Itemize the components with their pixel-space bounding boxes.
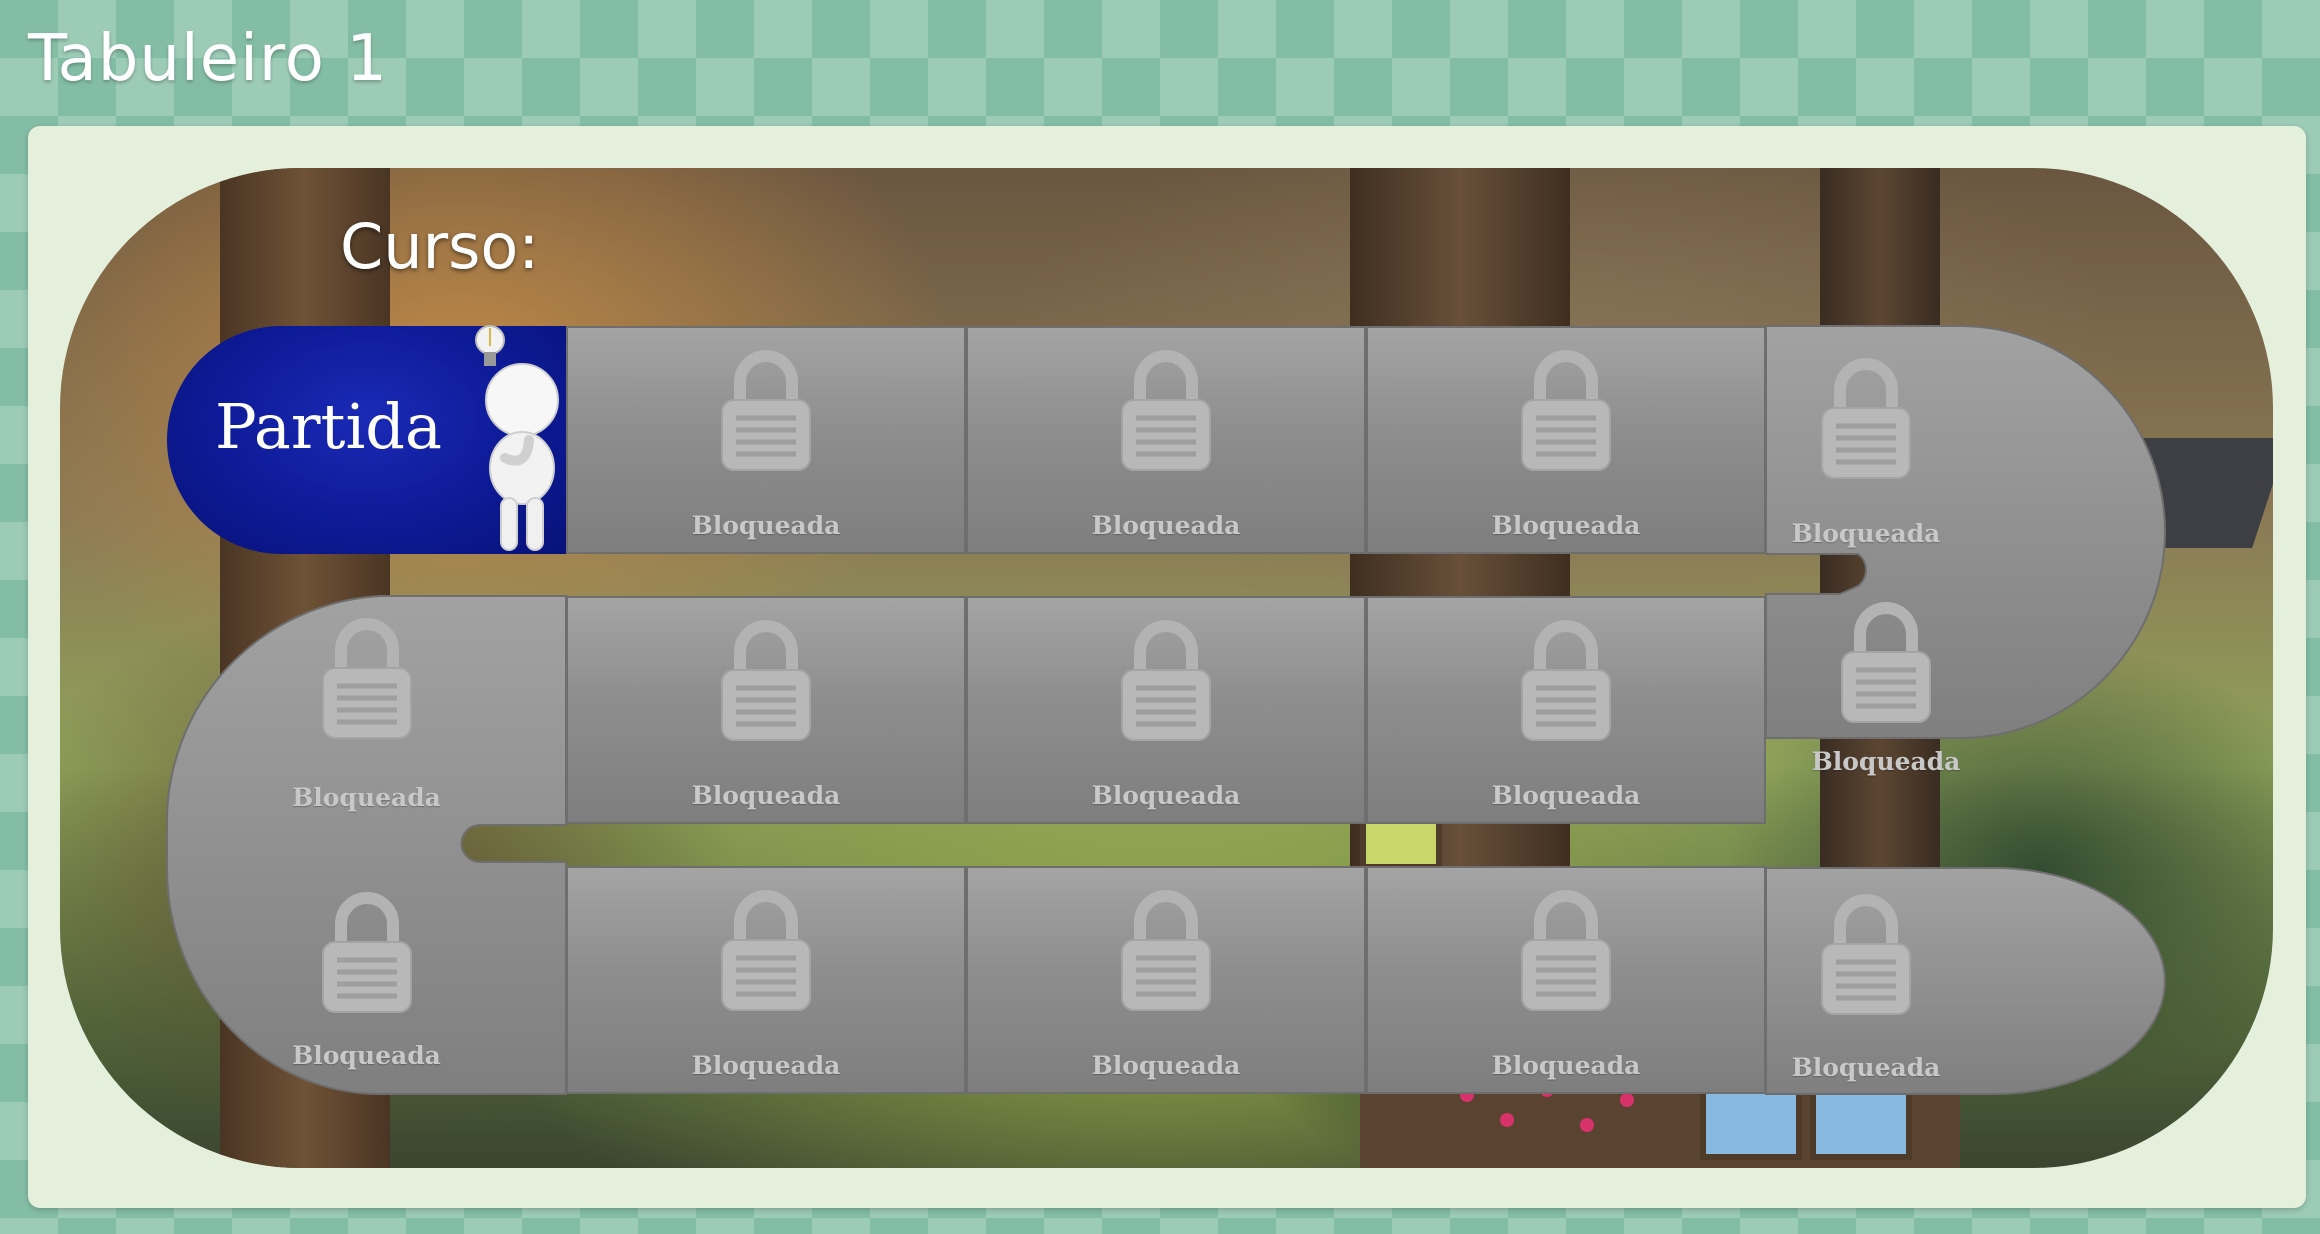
tile-status-label: Bloqueada: [691, 511, 841, 540]
board-tile[interactable]: Bloqueada: [1366, 596, 1766, 824]
padlock-icon: [1821, 358, 1911, 479]
start-tile[interactable]: Partida: [167, 325, 566, 554]
board-tile[interactable]: Bloqueada: [167, 866, 566, 1094]
padlock-icon: [1121, 890, 1211, 1011]
padlock-icon: [1821, 894, 1911, 1015]
board-tile[interactable]: Bloqueada: [1366, 326, 1766, 554]
board-tile[interactable]: Bloqueada: [966, 326, 1366, 554]
player-figure-icon: [475, 325, 559, 551]
treehouse-window: [1360, 818, 1442, 870]
padlock-icon: [1521, 890, 1611, 1011]
flower: [1500, 1113, 1514, 1127]
tile-status-label: Bloqueada: [1491, 511, 1641, 540]
board-tile[interactable]: Bloqueada: [1366, 866, 1766, 1094]
tile-status-label: Bloqueada: [1791, 1053, 1941, 1082]
padlock-icon: [1121, 350, 1211, 471]
tile-status-label: Bloqueada: [1091, 1051, 1241, 1080]
page-title: Tabuleiro 1: [28, 22, 388, 96]
course-label: Curso:: [340, 210, 540, 283]
flower: [1620, 1093, 1634, 1107]
treehouse-roof: [2072, 438, 2273, 548]
padlock-icon: [1121, 620, 1211, 741]
tile-status-label: Bloqueada: [1791, 519, 1941, 548]
tile-status-label: Bloqueada: [1091, 511, 1241, 540]
board-tile[interactable]: Bloqueada: [966, 866, 1366, 1094]
padlock-icon: [721, 350, 811, 471]
padlock-icon: [1841, 602, 1931, 723]
padlock-icon: [1521, 620, 1611, 741]
padlock-icon: [1521, 350, 1611, 471]
board-tile[interactable]: Bloqueada: [1766, 596, 2066, 786]
board-tile[interactable]: Bloqueada: [566, 326, 966, 554]
board-tile[interactable]: Bloqueada: [167, 596, 566, 824]
board-tile[interactable]: Bloqueada: [1766, 866, 2066, 1094]
tile-status-label: Bloqueada: [1491, 781, 1641, 810]
board-tile[interactable]: Bloqueada: [566, 596, 966, 824]
tile-status-label: Bloqueada: [1091, 781, 1241, 810]
padlock-icon: [721, 890, 811, 1011]
flower: [1580, 1118, 1594, 1132]
tile-status-label: Bloqueada: [292, 783, 441, 812]
tile-status-label: Bloqueada: [691, 1051, 841, 1080]
board-tile[interactable]: Bloqueada: [566, 866, 966, 1094]
padlock-icon: [321, 892, 412, 1013]
padlock-icon: [321, 618, 412, 739]
board-tile[interactable]: Bloqueada: [1766, 326, 2066, 554]
tile-status-label: Bloqueada: [1491, 1051, 1641, 1080]
board-tile[interactable]: Bloqueada: [966, 596, 1366, 824]
tile-status-label: Bloqueada: [691, 781, 841, 810]
start-label: Partida: [215, 390, 442, 463]
padlock-icon: [721, 620, 811, 741]
tile-status-label: Bloqueada: [1811, 747, 1961, 776]
tile-status-label: Bloqueada: [292, 1041, 441, 1070]
